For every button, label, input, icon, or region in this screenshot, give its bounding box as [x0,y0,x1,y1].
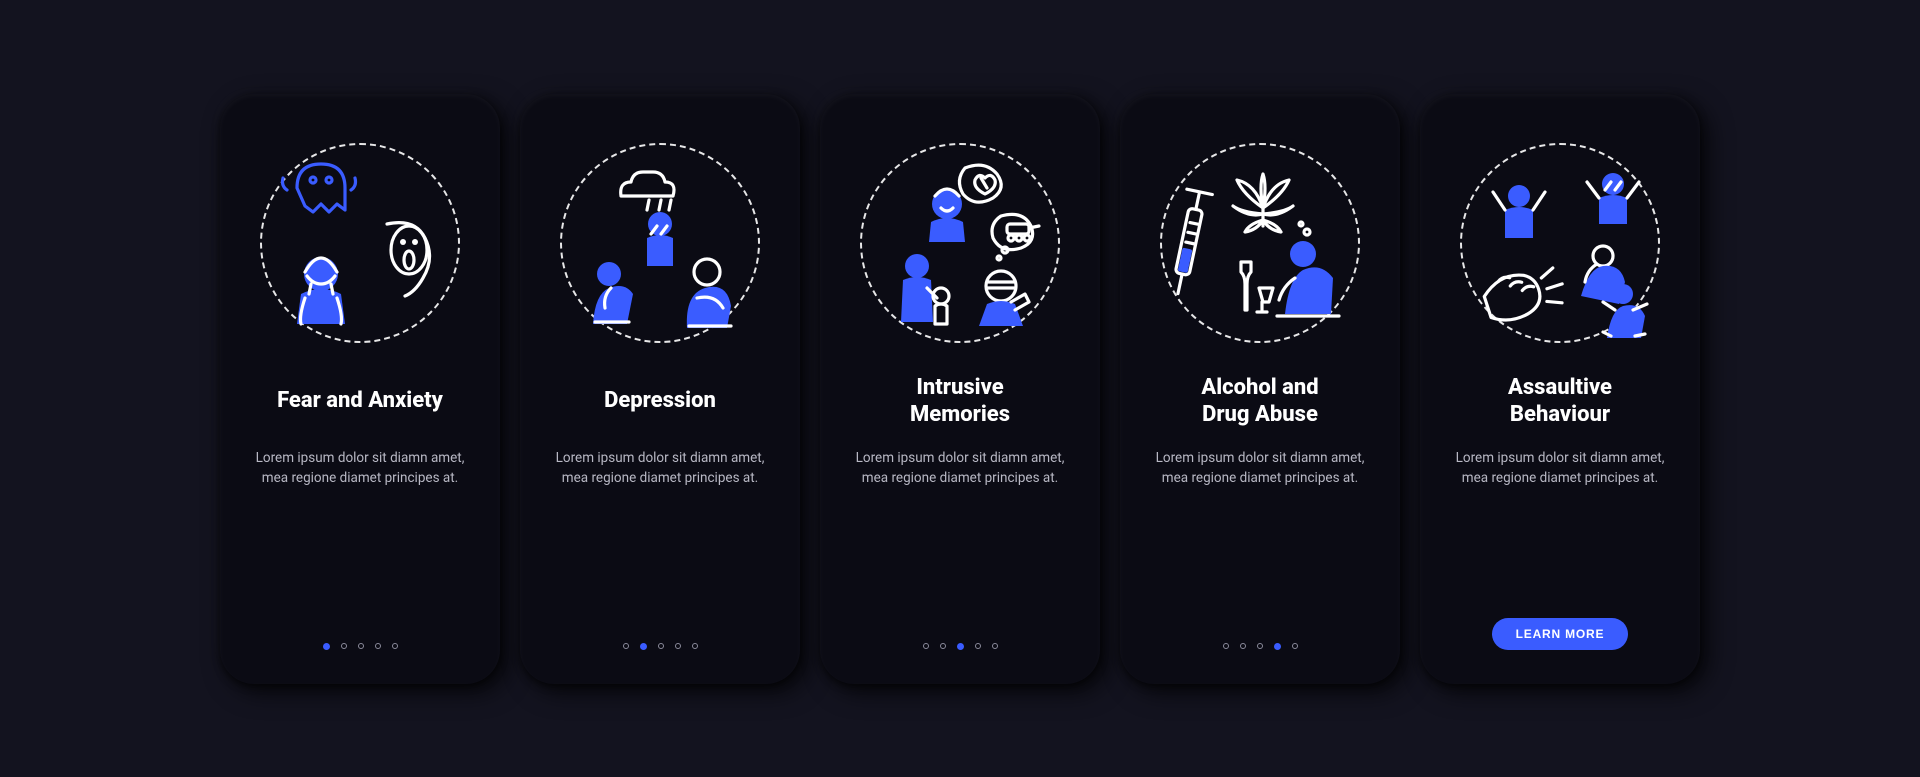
pagination-dots [1223,643,1298,650]
drug-abuse-icon [1155,138,1365,348]
card-description: Lorem ipsum dolor sit diamn amet, mea re… [1150,448,1370,489]
illustration-wrap [855,138,1065,348]
card-title: Assaultive Behaviour [1508,374,1612,430]
pagination-dot-active[interactable] [1274,643,1281,650]
card-footer [520,643,800,650]
pagination-dot-active[interactable] [323,643,330,650]
illustration-wrap [555,138,765,348]
pagination-dot[interactable] [1240,643,1246,649]
depression-icon [555,138,765,348]
card-footer [820,643,1100,650]
card-footer: LEARN MORE [1420,618,1700,650]
intrusive-memories-icon [855,138,1065,348]
onboarding-card: Alcohol and Drug Abuse Lorem ipsum dolor … [1120,94,1400,684]
card-description: Lorem ipsum dolor sit diamn amet, mea re… [850,448,1070,489]
illustration-wrap [1455,138,1665,348]
pagination-dot[interactable] [392,643,398,649]
card-footer [1120,643,1400,650]
pagination-dots [923,643,998,650]
onboarding-card: Fear and Anxiety Lorem ipsum dolor sit di… [220,94,500,684]
pagination-dot[interactable] [1257,643,1263,649]
card-description: Lorem ipsum dolor sit diamn amet, mea re… [550,448,770,489]
illustration-wrap [255,138,465,348]
card-title: Fear and Anxiety [277,374,443,430]
pagination-dot[interactable] [992,643,998,649]
pagination-dot[interactable] [1292,643,1298,649]
pagination-dots [623,643,698,650]
card-title: Alcohol and Drug Abuse [1201,374,1318,430]
pagination-dot[interactable] [1223,643,1229,649]
pagination-dot[interactable] [940,643,946,649]
card-title: Depression [604,374,716,430]
onboarding-card: Assaultive Behaviour Lorem ipsum dolor si… [1420,94,1700,684]
pagination-dot[interactable] [375,643,381,649]
card-description: Lorem ipsum dolor sit diamn amet, mea re… [1450,448,1670,489]
onboarding-screens: Fear and Anxiety Lorem ipsum dolor sit di… [220,94,1700,684]
pagination-dot-active[interactable] [640,643,647,650]
pagination-dot-active[interactable] [957,643,964,650]
learn-more-button[interactable]: LEARN MORE [1492,618,1629,650]
fear-anxiety-icon [255,138,465,348]
pagination-dot[interactable] [358,643,364,649]
pagination-dot[interactable] [658,643,664,649]
pagination-dot[interactable] [692,643,698,649]
card-title: Intrusive Memories [910,374,1010,430]
onboarding-card: Depression Lorem ipsum dolor sit diamn am… [520,94,800,684]
pagination-dots [323,643,398,650]
onboarding-card: Intrusive Memories Lorem ipsum dolor sit … [820,94,1100,684]
assaultive-behaviour-icon [1455,138,1665,348]
pagination-dot[interactable] [675,643,681,649]
card-footer [220,643,500,650]
pagination-dot[interactable] [341,643,347,649]
pagination-dot[interactable] [975,643,981,649]
card-description: Lorem ipsum dolor sit diamn amet, mea re… [250,448,470,489]
illustration-wrap [1155,138,1365,348]
pagination-dot[interactable] [923,643,929,649]
pagination-dot[interactable] [623,643,629,649]
